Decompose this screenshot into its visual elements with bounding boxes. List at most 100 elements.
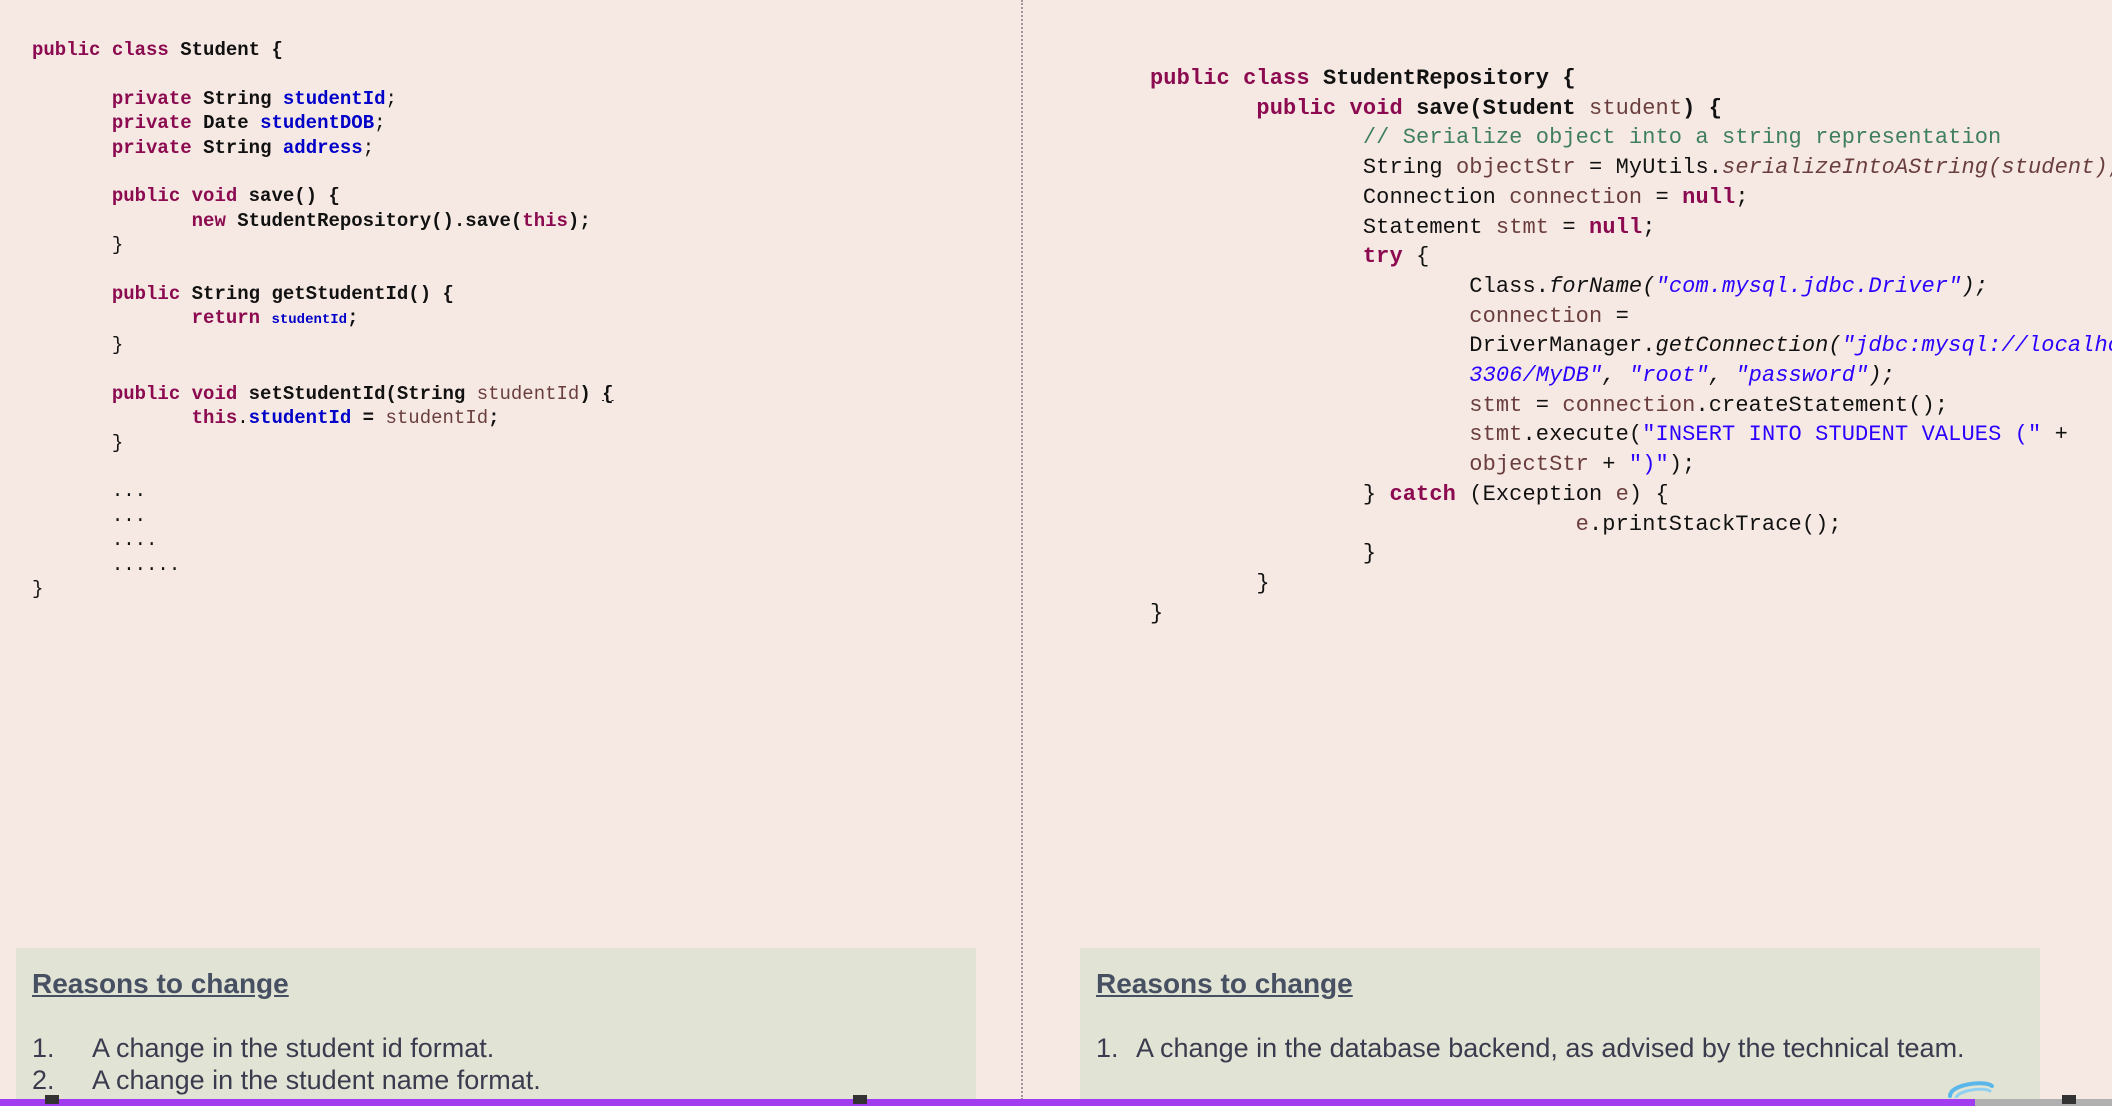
- keyword: public class: [1150, 66, 1310, 91]
- reasons-title: Reasons to change: [1096, 968, 1353, 999]
- app-logo-icon: [1948, 1081, 1994, 1098]
- parameter: student: [1589, 95, 1683, 121]
- string-literal: "com.mysql.jdbc.Driver": [1655, 273, 1962, 299]
- punctuation: );: [1868, 363, 1895, 389]
- field-name: studentId: [282, 87, 386, 110]
- punctuation: ,: [1602, 363, 1629, 389]
- method-call: forName(: [1549, 273, 1656, 299]
- keyword: private: [111, 87, 192, 110]
- code-text: =: [1549, 214, 1590, 240]
- progress-marker[interactable]: [2062, 1095, 2076, 1104]
- operator: =: [351, 407, 386, 430]
- ellipsis: ......: [111, 553, 181, 576]
- progress-marker[interactable]: [853, 1095, 867, 1104]
- punctuation: ) {: [1682, 95, 1723, 121]
- keyword: null: [1589, 214, 1643, 240]
- punctuation: ): [579, 382, 591, 405]
- keyword: null: [1682, 184, 1736, 210]
- brace: {: [602, 382, 614, 405]
- method-call: serializeIntoAString(student);: [1722, 155, 2112, 181]
- list-number: 1.: [32, 1033, 55, 1063]
- slide-progress-bar[interactable]: [0, 1099, 2112, 1106]
- method-signature: setStudentId(String: [248, 382, 466, 405]
- operator: =: [1522, 392, 1563, 418]
- operator: +: [2041, 422, 2068, 448]
- field-name: studentDOB: [260, 112, 375, 135]
- keyword: private: [111, 136, 192, 159]
- keyword: new: [191, 209, 226, 232]
- code-comment: // Serialize object into a string repres…: [1362, 125, 2002, 151]
- punctuation: ,: [1708, 363, 1736, 389]
- keyword: public: [111, 283, 181, 306]
- list-text: A change in the student id format.: [92, 1033, 495, 1063]
- type: Connection: [1362, 184, 1496, 210]
- variable: connection: [1562, 392, 1696, 418]
- brace: }: [111, 234, 124, 257]
- brace: }: [1256, 570, 1270, 596]
- method-signature: save() {: [248, 185, 340, 208]
- code-text: =: [1642, 184, 1683, 210]
- string-literal: "password": [1735, 363, 1869, 389]
- parameter: studentId: [385, 407, 489, 430]
- method-call: StudentRepository().save(: [237, 209, 523, 232]
- list-item: 2. A change in the student name format.: [32, 1064, 956, 1096]
- parameter: studentId: [476, 382, 580, 405]
- variable: stmt: [1469, 392, 1523, 418]
- progress-marker[interactable]: [45, 1095, 59, 1104]
- keyword: public class: [32, 39, 169, 61]
- list-item: 1. A change in the database backend, as a…: [1096, 1032, 2020, 1064]
- punctuation: ;: [488, 407, 500, 430]
- brace: }: [1150, 600, 1164, 626]
- keyword: private: [111, 112, 192, 135]
- repository-class-code: public class StudentRepository { public …: [1150, 64, 2112, 628]
- keyword: this: [522, 209, 568, 232]
- punctuation: ;: [1735, 184, 1749, 210]
- class-name: Student {: [180, 39, 283, 61]
- punctuation: );: [1668, 452, 1696, 478]
- keyword: this: [191, 407, 238, 430]
- reasons-box-right: Reasons to change 1. A change in the data…: [1080, 948, 2040, 1106]
- code-line: public class Student {: [32, 38, 614, 62]
- code-text: (Exception: [1455, 481, 1616, 507]
- variable: objectStr: [1469, 452, 1589, 478]
- variable: connection: [1509, 184, 1643, 210]
- field-name: address: [282, 136, 363, 159]
- keyword: catch: [1389, 481, 1456, 507]
- reasons-list: 1. A change in the student id format. 2. A…: [32, 1032, 956, 1096]
- method-call: .printStackTrace();: [1588, 511, 1842, 537]
- punctuation: ;: [1642, 214, 1656, 240]
- list-text: A change in the database backend, as adv…: [1136, 1033, 1965, 1063]
- type: Date: [203, 112, 249, 135]
- punctuation: );: [1961, 273, 1989, 299]
- class-name: StudentRepository {: [1322, 66, 1576, 91]
- string-literal: "jdbc:mysql://localhost:: [1841, 333, 2112, 359]
- field-name: studentId: [248, 407, 352, 430]
- reasons-list: 1. A change in the database backend, as a…: [1096, 1032, 2020, 1064]
- brace: }: [111, 431, 124, 454]
- panel-divider: [1021, 0, 1023, 1100]
- method-call: .createStatement();: [1695, 392, 1949, 418]
- method-signature: String getStudentId() {: [191, 283, 454, 306]
- student-class-code: public class Student { private String st…: [32, 38, 614, 600]
- keyword: try: [1362, 244, 1403, 270]
- keyword: public void: [111, 382, 238, 405]
- operator: =: [1602, 303, 1629, 329]
- type: String: [203, 87, 272, 110]
- punctuation: );: [567, 209, 591, 232]
- variable: stmt: [1495, 214, 1550, 240]
- code-text: = MyUtils.: [1575, 155, 1723, 181]
- brace: }: [32, 577, 44, 600]
- type: Statement: [1362, 214, 1483, 240]
- reasons-box-left: Reasons to change 1. A change in the stud…: [16, 948, 976, 1106]
- code-text: Class.: [1469, 273, 1550, 299]
- list-number: 1.: [1096, 1033, 1119, 1063]
- list-item: 1. A change in the student id format.: [32, 1032, 956, 1064]
- type: String: [1362, 155, 1443, 181]
- brace: }: [111, 333, 124, 356]
- keyword: return: [191, 307, 261, 330]
- ellipsis: ...: [111, 480, 147, 503]
- brace: }: [1362, 481, 1390, 507]
- variable: objectStr: [1455, 155, 1576, 181]
- variable: stmt: [1469, 422, 1523, 448]
- ellipsis: ...: [111, 504, 147, 527]
